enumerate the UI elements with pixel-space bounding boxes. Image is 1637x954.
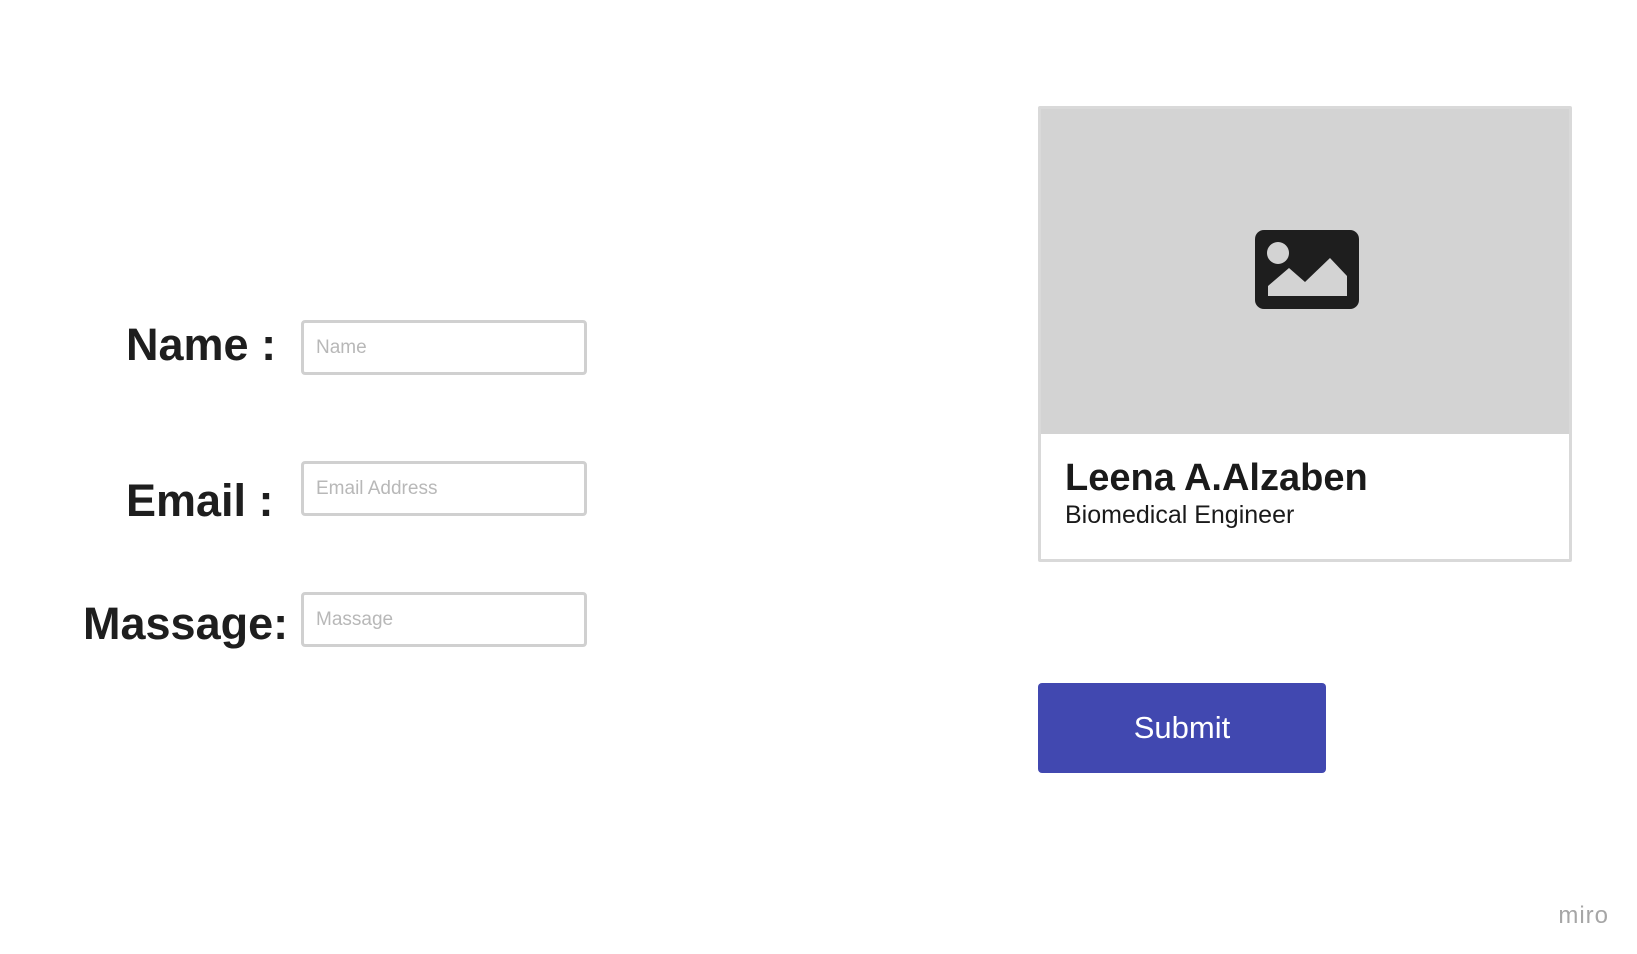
name-label: Name : [126, 319, 277, 370]
submit-button[interactable]: Submit [1038, 683, 1326, 773]
email-input[interactable] [301, 461, 587, 516]
profile-card: Leena A.Alzaben Biomedical Engineer [1038, 106, 1572, 562]
message-label: Massage: [83, 598, 289, 649]
miro-watermark: miro [1558, 902, 1609, 929]
profile-image-placeholder [1041, 109, 1569, 434]
email-label: Email : [126, 475, 274, 526]
message-input[interactable] [301, 592, 587, 647]
profile-name: Leena A.Alzaben [1065, 457, 1368, 499]
profile-job-title: Biomedical Engineer [1065, 501, 1295, 529]
image-placeholder-icon [1255, 230, 1359, 309]
name-input[interactable] [301, 320, 587, 375]
